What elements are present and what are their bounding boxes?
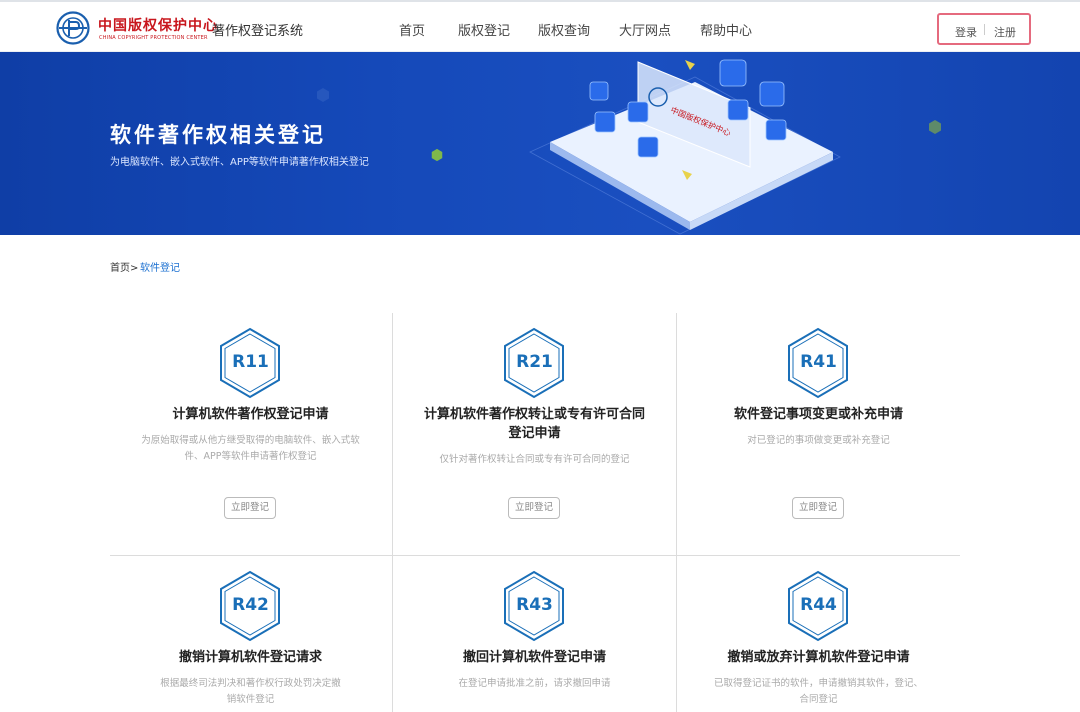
auth-box: 登录 注册 xyxy=(937,13,1031,45)
card-code: R11 xyxy=(232,352,269,372)
card-title: 撤销计算机软件登记请求 xyxy=(178,650,322,665)
hero-banner: 软件著作权相关登记 为电脑软件、嵌入式软件、APP等软件申请著作权相关登记 中国… xyxy=(0,52,1080,235)
brand-name-en: CHINA COPYRIGHT PROTECTION CENTER xyxy=(99,35,208,41)
service-card-r44: R44 撤销或放弃计算机软件登记申请 已取得登记证书的软件，申请撤销其软件，登记… xyxy=(677,556,960,712)
service-card-r21: R21 计算机软件著作权转让或专有许可合同登记申请 仅针对著作权转让合同或专有许… xyxy=(393,313,676,553)
service-card-r42: R42 撤销计算机软件登记请求 根据最终司法判决和著作权行政处罚决定撤销软件登记 xyxy=(109,556,392,712)
breadcrumb-home[interactable]: 首页> xyxy=(110,259,138,274)
banner-title: 软件著作权相关登记 xyxy=(110,123,326,147)
login-link[interactable]: 登录 xyxy=(955,24,977,40)
service-card-r41: R41 软件登记事项变更或补充申请 对已登记的事项做变更或补充登记 立即登记 xyxy=(677,313,960,553)
hexagon-decoration-icon xyxy=(317,88,329,102)
nav-copyright-registration[interactable]: 版权登记 xyxy=(458,20,510,39)
card-code: R43 xyxy=(516,595,553,615)
register-link[interactable]: 注册 xyxy=(994,24,1016,40)
breadcrumb-current: 软件登记 xyxy=(140,263,180,274)
register-now-button[interactable]: 立即登记 xyxy=(508,497,560,519)
card-description: 根据最终司法判决和著作权行政处罚决定撤销软件登记 xyxy=(160,678,341,705)
hexagon-decoration-icon xyxy=(431,148,443,162)
nav-home[interactable]: 首页 xyxy=(399,20,425,39)
register-now-button[interactable]: 立即登记 xyxy=(224,497,276,519)
card-description: 为原始取得或从他方继受取得的电脑软件、嵌入式软件、APP等软件申请著作权登记 xyxy=(141,435,360,462)
banner-subtitle: 为电脑软件、嵌入式软件、APP等软件申请著作权相关登记 xyxy=(110,157,369,168)
card-code: R44 xyxy=(800,595,837,615)
card-description: 仅针对著作权转让合同或专有许可合同的登记 xyxy=(439,454,630,465)
card-title: 计算机软件著作权登记申请 xyxy=(172,407,329,422)
card-description: 在登记申请批准之前，请求撤回申请 xyxy=(458,678,611,689)
register-now-button[interactable]: 立即登记 xyxy=(792,497,844,519)
auth-divider xyxy=(984,24,985,35)
service-card-r43: R43 撤回计算机软件登记申请 在登记申请批准之前，请求撤回申请 xyxy=(393,556,676,712)
nav-copyright-query[interactable]: 版权查询 xyxy=(538,20,590,39)
card-description: 对已登记的事项做变更或补充登记 xyxy=(747,435,890,446)
nav-service-halls[interactable]: 大厅网点 xyxy=(619,20,671,39)
header: 中国版权保护中心 CHINA COPYRIGHT PROTECTION CENT… xyxy=(0,2,1080,52)
card-title: 软件登记事项变更或补充申请 xyxy=(733,407,903,422)
service-card-r11: R11 计算机软件著作权登记申请 为原始取得或从他方继受取得的电脑软件、嵌入式软… xyxy=(109,313,392,553)
brand-name[interactable]: 中国版权保护中心 xyxy=(98,15,218,35)
card-title: 计算机软件著作权转让或专有许可合同登记申请 xyxy=(423,407,645,441)
card-code: R21 xyxy=(516,352,553,372)
nav-help-center[interactable]: 帮助中心 xyxy=(700,20,752,39)
card-code: R41 xyxy=(800,352,837,372)
isometric-platform-illustration-icon: 中国版权保护中心 xyxy=(529,59,841,235)
card-code: R42 xyxy=(232,595,269,615)
card-title: 撤销或放弃计算机软件登记申请 xyxy=(727,650,910,665)
card-description: 已取得登记证书的软件，申请撤销其软件，登记、合同登记 xyxy=(713,678,923,705)
copyright-center-logo-icon[interactable] xyxy=(56,11,90,45)
system-title: 著作权登记系统 xyxy=(212,24,304,39)
card-title: 撤回计算机软件登记申请 xyxy=(462,650,606,665)
hexagon-decoration-icon xyxy=(929,120,941,134)
